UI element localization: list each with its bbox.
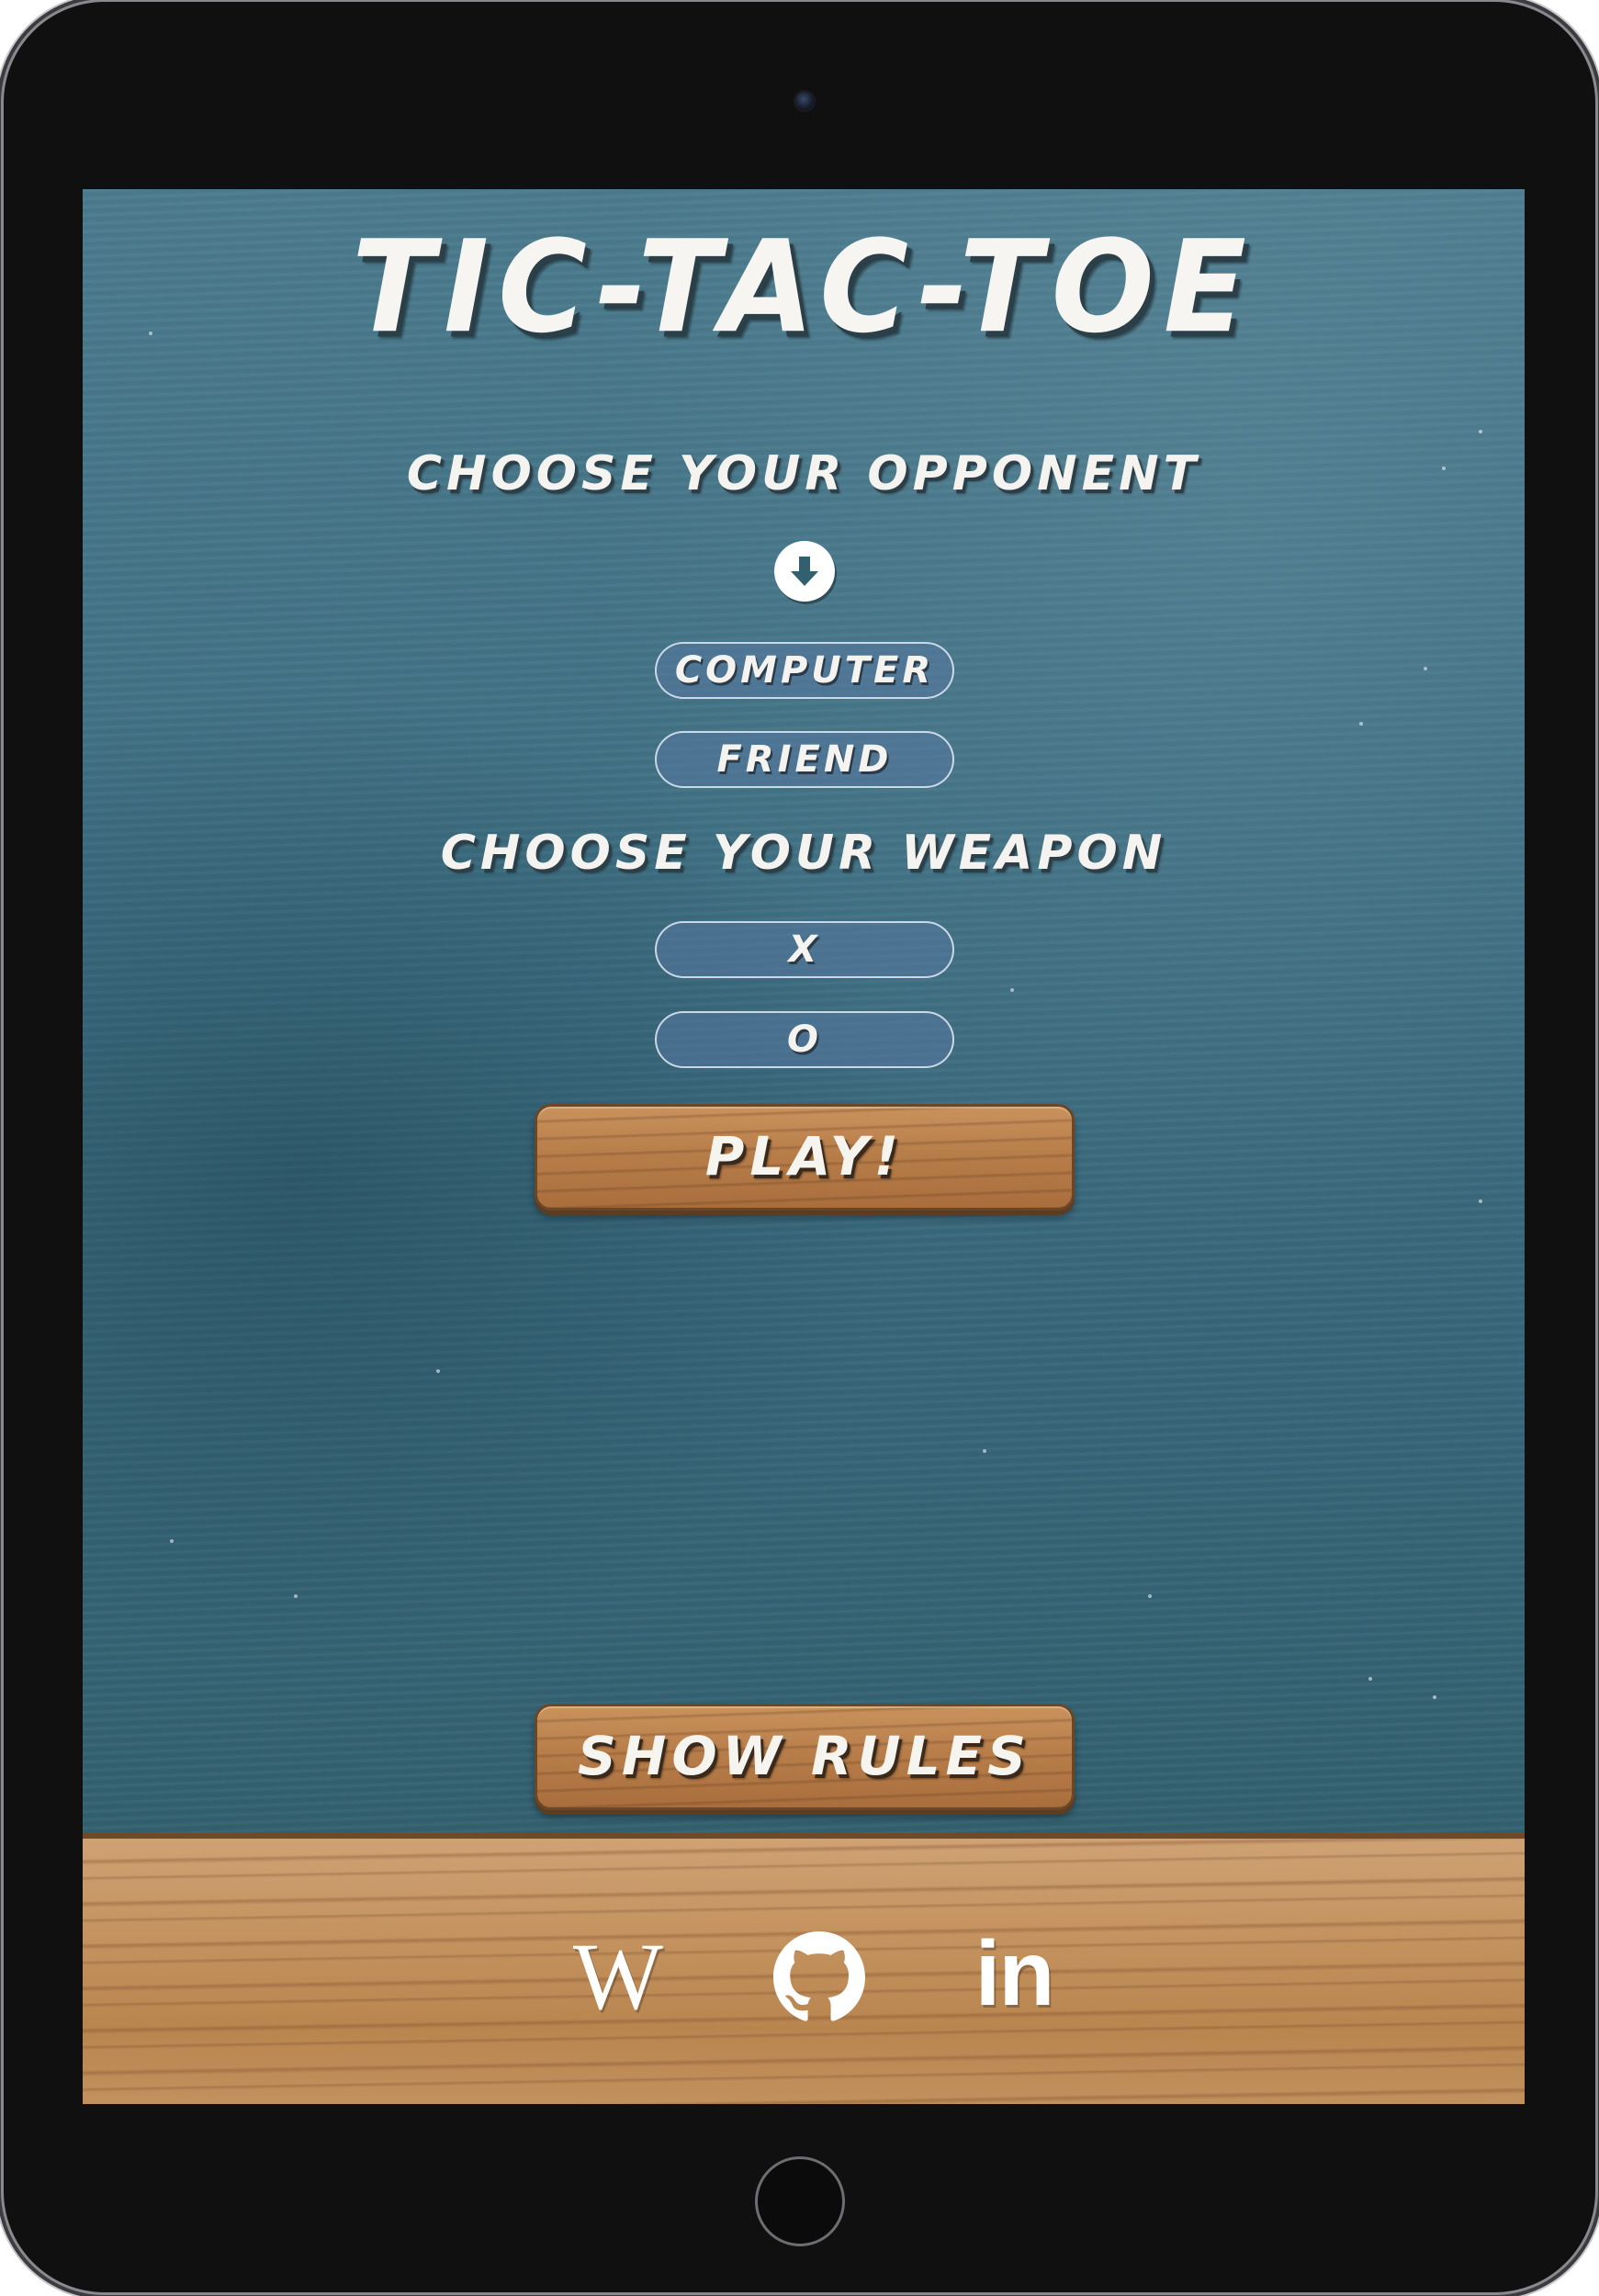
app-screen: TIC-TAC-TOE CHOOSE YOUR OPPONENT COMPUTE… <box>83 189 1525 2104</box>
tablet-frame: TIC-TAC-TOE CHOOSE YOUR OPPONENT COMPUTE… <box>4 2 1595 2292</box>
home-button[interactable] <box>755 2156 845 2246</box>
front-camera <box>795 92 814 110</box>
linkedin-link[interactable]: in <box>968 1922 1060 2025</box>
wikipedia-icon: W <box>572 1924 664 2030</box>
game-title: TIC-TAC-TOE <box>352 213 1256 362</box>
weapon-o-button[interactable]: O <box>655 1011 954 1068</box>
chalkboard-background: TIC-TAC-TOE CHOOSE YOUR OPPONENT COMPUTE… <box>83 189 1525 1833</box>
github-icon <box>773 1931 865 2021</box>
opponent-friend-button[interactable]: FRIEND <box>655 731 954 788</box>
arrow-down-circle-icon <box>774 541 835 602</box>
github-link[interactable] <box>773 1931 865 2023</box>
opponent-computer-button[interactable]: COMPUTER <box>655 642 954 699</box>
opponent-heading: CHOOSE YOUR OPPONENT <box>406 446 1201 501</box>
play-button[interactable]: PLAY! <box>535 1104 1075 1210</box>
linkedin-icon: in <box>974 1922 1055 2025</box>
show-rules-button[interactable]: SHOW RULES <box>535 1704 1075 1810</box>
weapon-x-button[interactable]: X <box>655 921 954 978</box>
wikipedia-link[interactable]: W <box>558 1924 678 2030</box>
weapon-heading: CHOOSE YOUR WEAPON <box>440 826 1167 881</box>
